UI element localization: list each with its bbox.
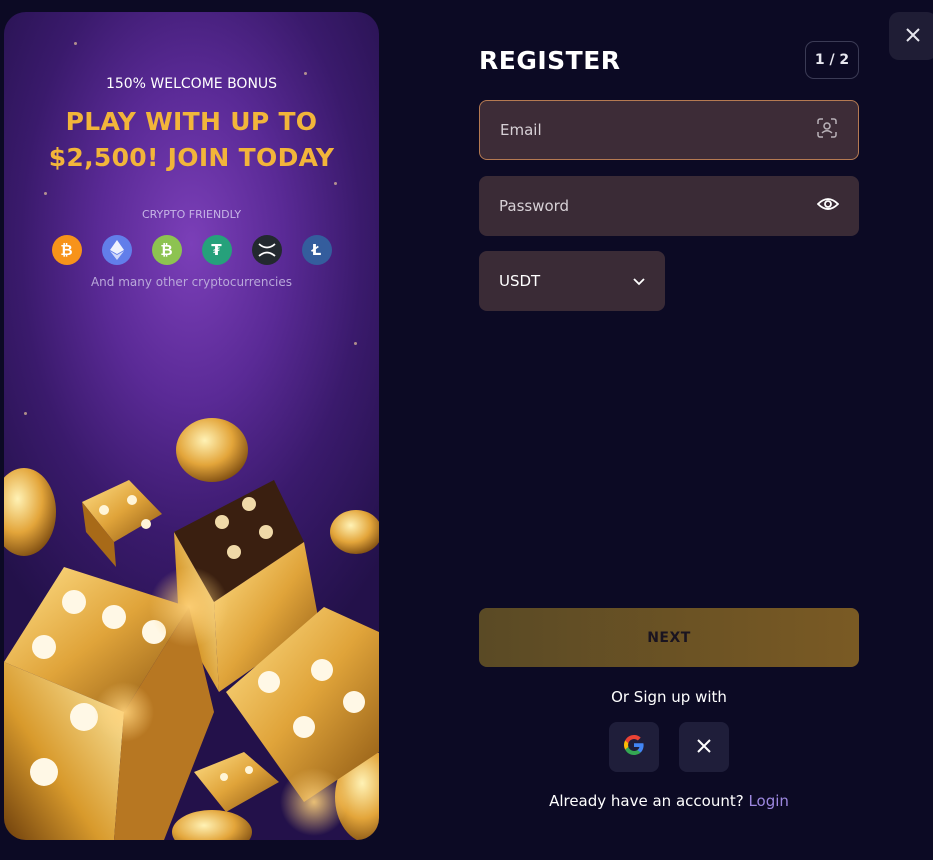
xrp-icon: [251, 235, 282, 265]
bitcoin-icon: ₿: [51, 235, 82, 265]
email-placeholder: Email: [500, 121, 542, 139]
ethereum-icon: [101, 235, 132, 265]
login-prompt: Already have an account? Login: [479, 792, 859, 810]
welcome-bonus-label: 150% WELCOME BONUS: [105, 76, 278, 92]
google-icon: [624, 735, 644, 759]
chevron-down-icon: [633, 272, 645, 290]
password-field[interactable]: Password: [479, 176, 859, 236]
promo-headline-line2: $2,500! JOIN TODAY: [48, 143, 335, 172]
or-sign-up-label: Or Sign up with: [611, 688, 727, 706]
promo-headline: PLAY WITH UP TO $2,500! JOIN TODAY: [4, 104, 379, 176]
already-have-account-text: Already have an account?: [549, 792, 744, 810]
promo-panel: 150% WELCOME BONUS PLAY WITH UP TO $2,50…: [4, 12, 379, 840]
next-button[interactable]: NEXT: [479, 608, 859, 667]
currency-select[interactable]: USDT: [479, 251, 665, 311]
tether-icon: ₮: [201, 235, 232, 265]
step-indicator: 1 / 2: [805, 41, 859, 79]
face-scan-icon[interactable]: [816, 117, 838, 143]
password-placeholder: Password: [499, 197, 570, 215]
crypto-more-label: And many other cryptocurrencies: [90, 275, 293, 289]
crypto-icon-row: ₿ ₿ ₮ Ł: [4, 235, 379, 265]
x-signup-button[interactable]: [679, 722, 729, 772]
login-link[interactable]: Login: [748, 792, 788, 810]
eye-icon[interactable]: [816, 196, 840, 216]
register-title: REGISTER: [479, 46, 621, 75]
bitcoin-cash-icon: ₿: [151, 235, 182, 265]
crypto-friendly-label: CRYPTO FRIENDLY: [141, 208, 242, 221]
close-button[interactable]: [889, 12, 933, 60]
litecoin-icon: Ł: [301, 235, 332, 265]
email-field[interactable]: Email: [479, 100, 859, 160]
golden-dice-illustration: [4, 418, 379, 840]
currency-value: USDT: [499, 272, 541, 290]
promo-headline-line1: PLAY WITH UP TO: [65, 107, 318, 136]
close-icon: [906, 27, 920, 46]
google-signup-button[interactable]: [609, 722, 659, 772]
x-logo-icon: [697, 738, 711, 757]
